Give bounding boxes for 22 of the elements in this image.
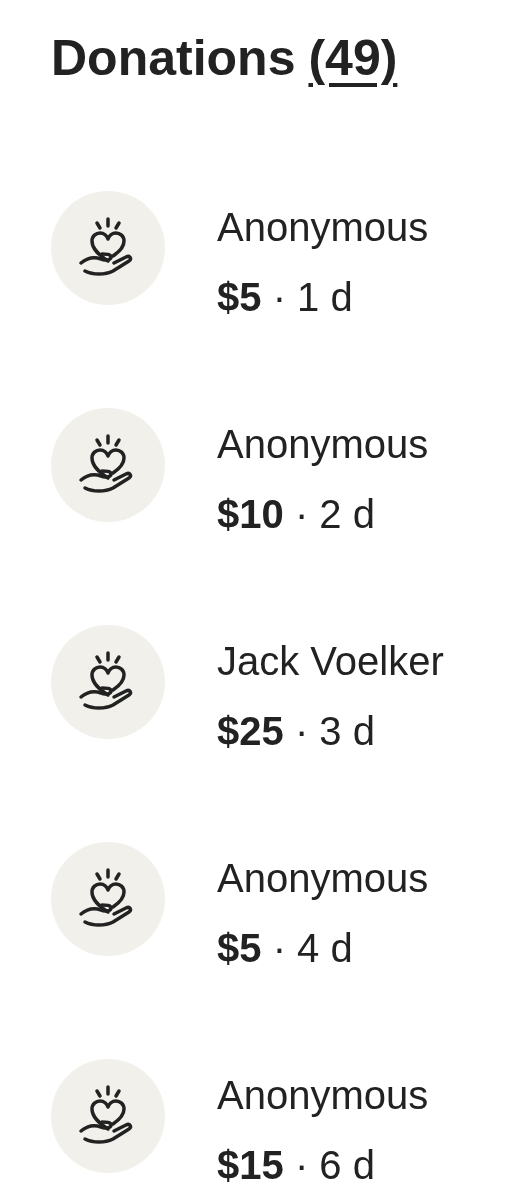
separator-dot: · — [272, 275, 286, 319]
donor-name: Anonymous — [217, 855, 429, 902]
donation-amount: $5 — [217, 275, 262, 319]
separator-dot: · — [294, 709, 309, 753]
donation-age: 6 d — [319, 1143, 375, 1187]
donation-age: 1 d — [297, 275, 353, 319]
donation-amount: $15 — [217, 1143, 284, 1187]
count-link[interactable]: (49) — [308, 28, 398, 88]
section-title: Donations — [51, 29, 296, 88]
donation-amount: $5 — [217, 926, 262, 970]
donor-name: Anonymous — [217, 204, 429, 251]
donor-name: Anonymous — [217, 421, 429, 468]
donor-name: Anonymous — [217, 1072, 429, 1119]
donation-amount: $10 — [217, 492, 284, 536]
donation-age: 4 d — [297, 926, 353, 970]
separator-dot: · — [294, 1143, 309, 1187]
donor-name: Jack Voelker — [217, 638, 444, 685]
donation-age: 2 d — [319, 492, 375, 536]
donation-amount: $25 — [217, 709, 284, 753]
separator-dot: · — [294, 492, 309, 536]
separator-dot: · — [272, 926, 286, 970]
donation-age: 3 d — [319, 709, 375, 753]
